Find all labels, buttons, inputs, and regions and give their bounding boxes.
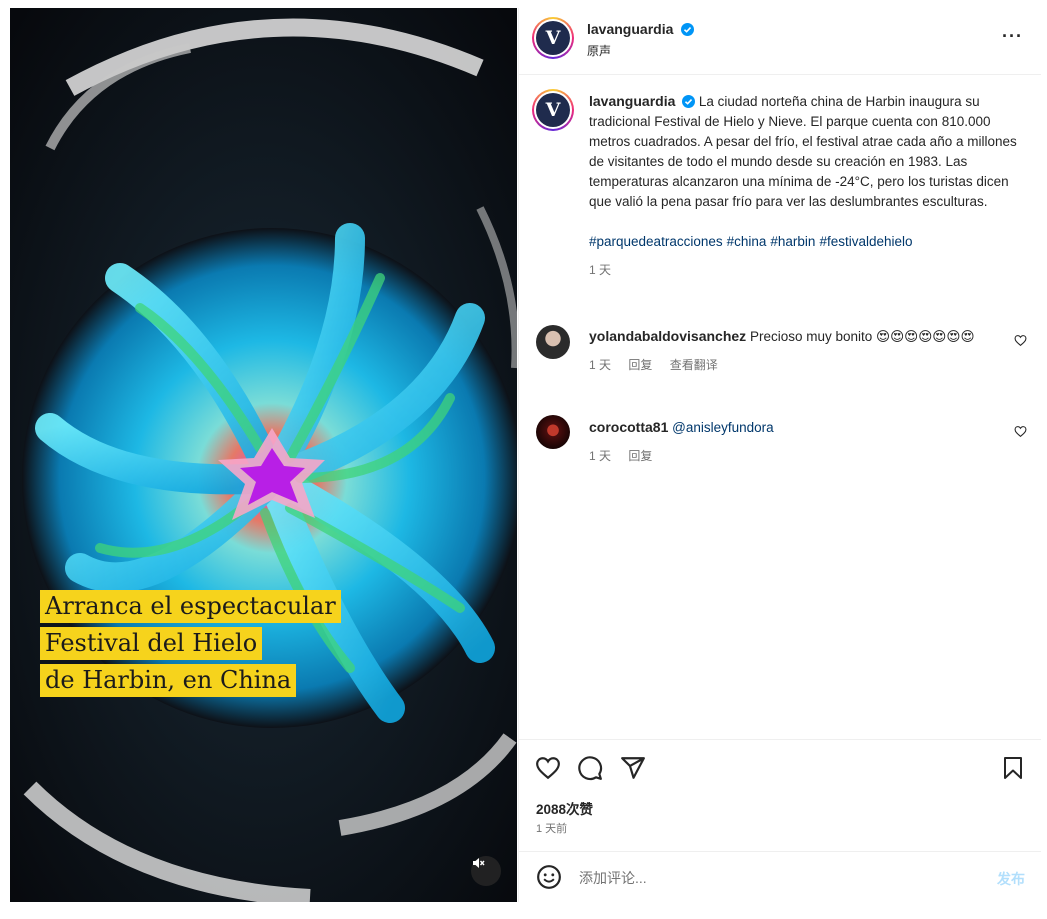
post-sidebar: V lavanguardia 原声 ··· V lavanguardia La … [518,8,1041,902]
post-time: 1 天前 [536,823,568,835]
mute-button[interactable] [471,856,501,886]
more-options-icon: ··· [1002,26,1023,46]
verified-badge-icon [680,23,694,36]
comment-username[interactable]: yolandabaldovisanchez [589,328,746,344]
video-caption: Arranca el espectacular Festival del Hie… [40,590,341,701]
post-video[interactable]: Arranca el espectacular Festival del Hie… [10,8,517,902]
like-count[interactable]: 2088次赞 [536,798,593,818]
commenter-avatar[interactable] [536,415,570,449]
comment-meta: 1 天 回复 [589,446,1009,466]
translate-button[interactable]: 查看翻译 [670,358,718,372]
comment-time[interactable]: 1 天 [589,449,611,463]
author-avatar[interactable]: V [532,17,574,59]
caption-username[interactable]: lavanguardia [589,93,675,109]
audio-label[interactable]: 原声 [587,42,694,59]
comment-input[interactable] [577,866,961,890]
hashtag-list: #parquedeatracciones #china #harbin #festiv… [589,232,1019,252]
comment-icon[interactable] [577,755,603,781]
save-bookmark-icon[interactable] [1001,755,1025,781]
hashtag-link[interactable]: #china [727,234,767,249]
vanguardia-logo: V [536,21,570,55]
caption-text: La ciudad norteña china de Harbin inaugu… [589,94,1017,209]
more-options-button[interactable]: ··· [1002,26,1023,47]
hashtag-link[interactable]: #festivaldehielo [819,234,912,249]
post-actions: 2088次赞 1 天前 [519,739,1041,852]
commenter-avatar[interactable] [536,325,570,359]
verified-badge-icon [682,95,696,108]
author-username[interactable]: lavanguardia [587,21,673,37]
caption-avatar[interactable]: V [532,89,574,131]
comment-composer: 发布 [519,851,1041,903]
emoji-icon[interactable] [536,864,562,890]
comment-emoji: 😍😍😍😍😍😍😍 [876,329,975,344]
comment-time[interactable]: 1 天 [589,358,611,372]
post-caption: lavanguardia La ciudad norteña china de … [589,91,1019,280]
comment-item: corocotta81 @anisleyfundora 1 天 回复 [589,417,1009,466]
vanguardia-logo-small: V [536,93,570,127]
hashtag-link[interactable]: #harbin [770,234,815,249]
speaker-muted-icon [473,858,485,868]
like-heart-icon[interactable] [535,755,561,781]
post-header: V lavanguardia 原声 ··· [519,8,1041,75]
hashtag-link[interactable]: #parquedeatracciones [589,234,723,249]
caption-time[interactable]: 1 天 [589,263,611,277]
reply-button[interactable]: 回复 [628,449,652,463]
share-send-icon[interactable] [620,755,646,781]
instagram-post-window: Arranca el espectacular Festival del Hie… [0,0,1047,919]
comment-item: yolandabaldovisanchez Precioso muy bonit… [589,326,1009,375]
like-comment-heart-icon[interactable] [1014,334,1027,347]
comments-section: V lavanguardia La ciudad norteña china d… [519,75,1041,739]
post-comment-button[interactable]: 发布 [997,869,1025,889]
comment-username[interactable]: corocotta81 [589,419,668,435]
ice-sculpture-image [10,8,517,902]
caption-meta: 1 天 [589,260,1019,280]
reply-button[interactable]: 回复 [628,358,652,372]
caption-line-1: Arranca el espectacular [40,590,341,623]
comment-text: Precioso muy bonito [749,329,873,344]
like-comment-heart-icon[interactable] [1014,425,1027,438]
comment-meta: 1 天 回复 查看翻译 [589,355,1009,375]
caption-line-2: Festival del Hielo [40,627,263,660]
caption-line-3: de Harbin, en China [40,664,297,697]
comment-mention[interactable]: @anisleyfundora [672,420,774,435]
